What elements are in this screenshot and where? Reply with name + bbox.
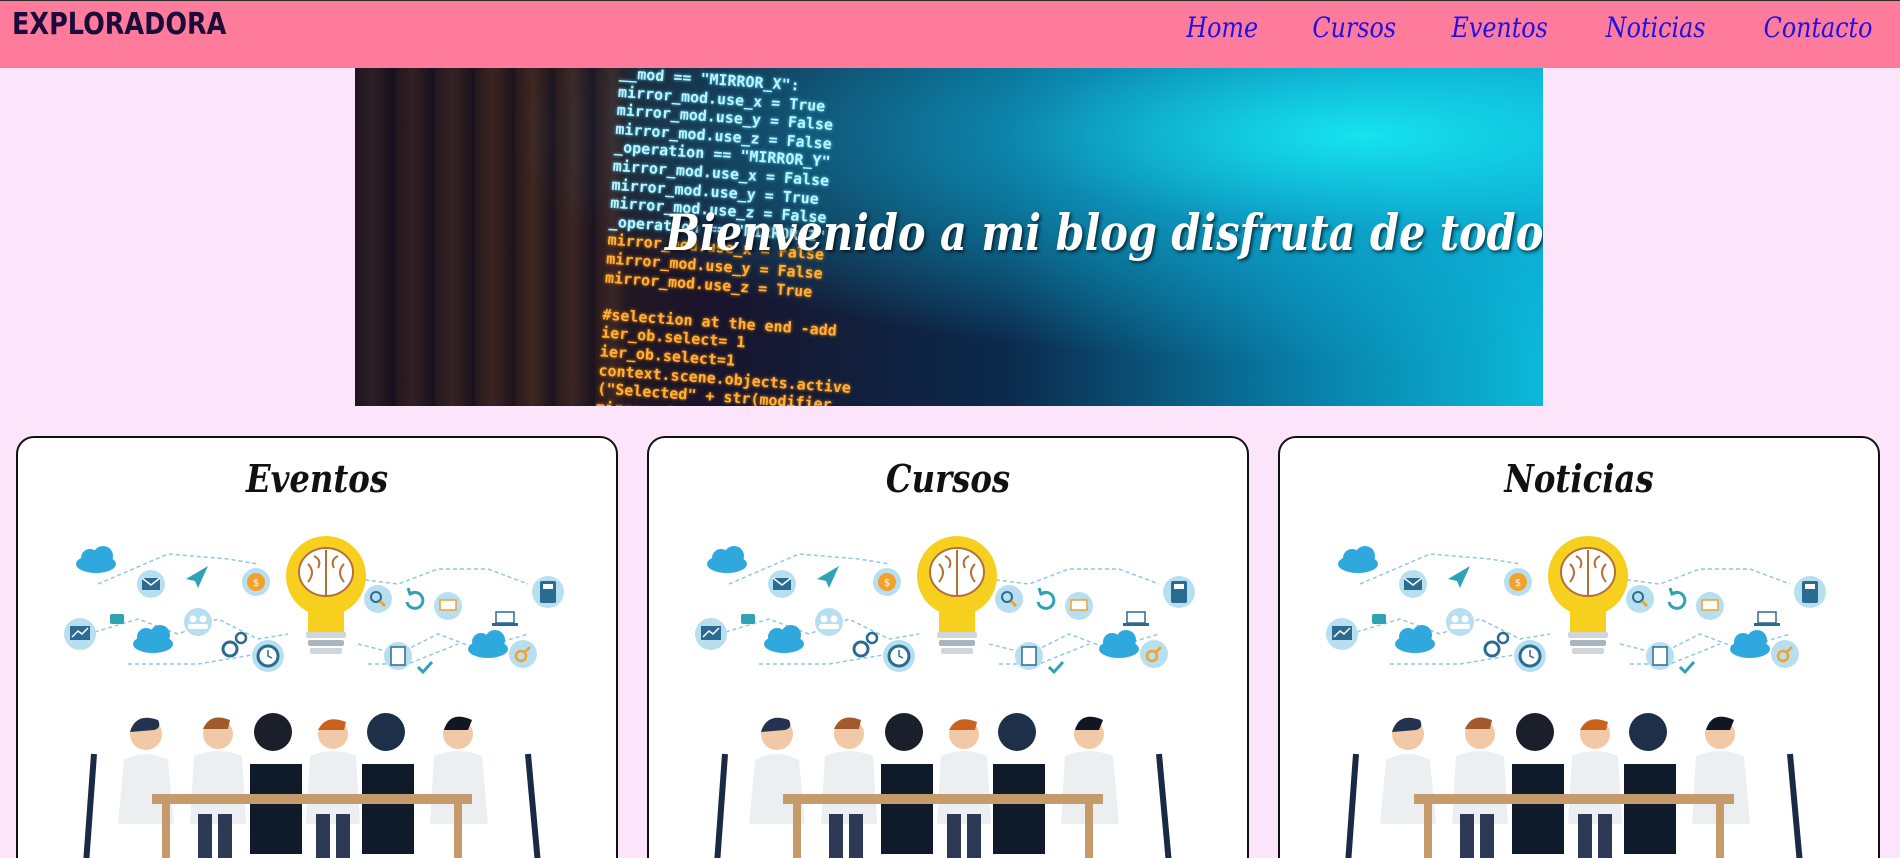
people-meeting-icon (714, 713, 1172, 858)
chart-icon (64, 618, 96, 650)
card-title: Noticias (1504, 456, 1654, 501)
nav-links: Home Cursos Eventos Noticias Contacto (1180, 11, 1882, 44)
svg-text:$: $ (1515, 578, 1521, 589)
document-icon (1646, 642, 1674, 670)
nav-link-contacto[interactable]: Contacto (1764, 11, 1873, 44)
gear-icon (1483, 631, 1510, 658)
check-icon (1678, 660, 1696, 675)
nav-link-noticias[interactable]: Noticias (1605, 11, 1705, 44)
laptop-icon (1065, 592, 1093, 620)
chat-icon (110, 614, 124, 624)
hero-title: Bienvenido a mi blog disfruta de todo lo… (665, 203, 1543, 262)
calculator-icon (1163, 576, 1195, 608)
refresh-icon (1036, 587, 1056, 610)
check-icon (1047, 660, 1065, 675)
nav-link-home[interactable]: Home (1187, 11, 1259, 44)
teamwork-illustration: $ (1326, 536, 1826, 858)
cloud-icon (1099, 630, 1139, 658)
paper-plane-icon (1448, 566, 1470, 588)
gear-icon (221, 631, 248, 658)
hero-banner: __mod == "MIRROR_X": mirror_mod.use_x = T… (355, 68, 1543, 406)
laptop-icon (492, 611, 518, 626)
document-icon (1015, 642, 1043, 670)
gender-icon (1771, 640, 1799, 668)
brand-logo[interactable]: EXPLORADORA (12, 7, 226, 42)
people-meeting-icon (83, 713, 541, 858)
svg-text:$: $ (253, 578, 259, 589)
refresh-icon (405, 587, 425, 610)
users-icon (1446, 608, 1474, 636)
navbar: EXPLORADORA Home Cursos Eventos Noticias… (0, 0, 1900, 68)
cloud-icon (707, 546, 747, 573)
card-title: Cursos (885, 456, 1011, 501)
gender-icon (1140, 640, 1168, 668)
coin-icon: $ (873, 568, 901, 596)
chat-icon (741, 614, 755, 624)
card-illustration: $ (58, 524, 578, 858)
calculator-icon (532, 576, 564, 608)
paper-plane-icon (186, 566, 208, 588)
card-cursos[interactable]: Cursos $ (647, 436, 1249, 858)
document-icon (384, 642, 412, 670)
users-icon (184, 608, 212, 636)
nav-link-cursos[interactable]: Cursos (1312, 11, 1396, 44)
coin-icon: $ (242, 568, 270, 596)
cloud-icon (1395, 625, 1435, 653)
lightbulb-brain-icon (917, 536, 997, 654)
chat-icon (1372, 614, 1386, 624)
cloud-icon (133, 625, 173, 653)
laptop-icon (1754, 611, 1780, 626)
laptop-icon (1123, 611, 1149, 626)
teamwork-illustration: $ (64, 536, 564, 858)
clock-icon (252, 640, 284, 672)
cloud-icon (764, 625, 804, 653)
chart-icon (1326, 618, 1358, 650)
calculator-icon (1794, 576, 1826, 608)
lightbulb-brain-icon (286, 536, 366, 654)
cloud-icon (1338, 546, 1378, 573)
card-illustration: $ (689, 524, 1209, 858)
hero-bg-blur (355, 68, 625, 406)
cloud-icon (468, 630, 508, 658)
gear-icon (852, 631, 879, 658)
people-meeting-icon (1345, 713, 1803, 858)
lightbulb-brain-icon (1548, 536, 1628, 654)
nav-link-eventos[interactable]: Eventos (1452, 11, 1548, 44)
card-illustration: $ (1320, 524, 1840, 858)
refresh-icon (1667, 587, 1687, 610)
search-icon (995, 585, 1023, 613)
mail-icon (137, 570, 165, 598)
svg-text:$: $ (884, 578, 890, 589)
paper-plane-icon (817, 566, 839, 588)
card-title: Eventos (245, 456, 389, 501)
mail-icon (768, 570, 796, 598)
laptop-icon (1696, 592, 1724, 620)
laptop-icon (434, 592, 462, 620)
cloud-icon (76, 546, 116, 573)
coin-icon: $ (1504, 568, 1532, 596)
search-icon (364, 585, 392, 613)
teamwork-illustration: $ (695, 536, 1195, 858)
clock-icon (1514, 640, 1546, 672)
chart-icon (695, 618, 727, 650)
check-icon (416, 660, 434, 675)
clock-icon (883, 640, 915, 672)
search-icon (1626, 585, 1654, 613)
mail-icon (1399, 570, 1427, 598)
card-noticias[interactable]: Noticias $ (1278, 436, 1880, 858)
card-eventos[interactable]: Eventos $ (16, 436, 618, 858)
gender-icon (509, 640, 537, 668)
cloud-icon (1730, 630, 1770, 658)
users-icon (815, 608, 843, 636)
